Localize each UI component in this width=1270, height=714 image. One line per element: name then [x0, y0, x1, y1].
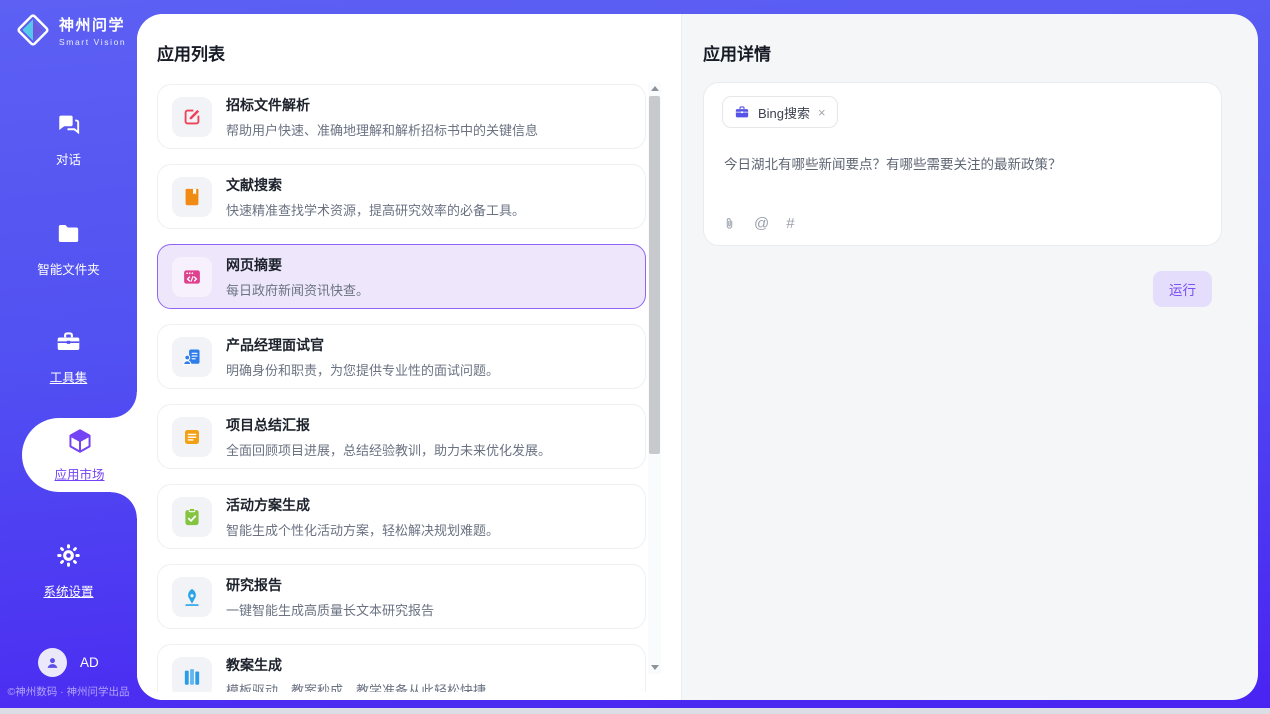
- doc-edit-icon: [172, 97, 212, 137]
- app-card[interactable]: 项目总结汇报全面回顾项目进展，总结经验教训，助力未来优化发展。: [157, 404, 646, 469]
- app-card-title: 教案生成: [226, 655, 486, 675]
- app-card-title: 招标文件解析: [226, 95, 538, 115]
- app-card-description: 一键智能生成高质量长文本研究报告: [226, 600, 434, 619]
- sidebar-item-label: 系统设置: [43, 581, 93, 600]
- brand-subtitle: Smart Vision: [59, 37, 126, 47]
- user-name: AD: [80, 655, 99, 670]
- app-card-description: 快速精准查找学术资源，提高研究效率的必备工具。: [226, 200, 525, 219]
- mention-icon[interactable]: @: [754, 215, 769, 232]
- sidebar-item-chat[interactable]: 对话: [0, 110, 137, 168]
- scrollbar-thumb[interactable]: [649, 96, 660, 454]
- prompt-toolbar: @ #: [722, 215, 795, 232]
- prompt-input[interactable]: 今日湖北有哪些新闻要点？有哪些需要关注的最新政策？: [724, 153, 1205, 173]
- pen-icon: [172, 577, 212, 617]
- tool-chip-bing-search[interactable]: Bing搜索 ×: [722, 96, 838, 128]
- prompt-card: Bing搜索 × 今日湖北有哪些新闻要点？有哪些需要关注的最新政策？ @ #: [703, 82, 1222, 246]
- topic-icon[interactable]: #: [786, 215, 794, 232]
- sidebar-item-toolset[interactable]: 工具集: [0, 328, 137, 386]
- chip-close-icon[interactable]: ×: [818, 106, 826, 119]
- app-card-description: 明确身份和职责，为您提供专业性的面试问题。: [226, 360, 499, 379]
- briefcase-icon: [734, 104, 750, 120]
- sidebar-item-settings[interactable]: 系统设置: [0, 542, 137, 600]
- app-card-title: 产品经理面试官: [226, 335, 499, 355]
- user-avatar-icon: [38, 648, 67, 677]
- app-card[interactable]: 研究报告一键智能生成高质量长文本研究报告: [157, 564, 646, 629]
- books-icon: [172, 657, 212, 693]
- scroll-down-arrow[interactable]: [648, 661, 661, 674]
- app-card-title: 文献搜索: [226, 175, 525, 195]
- sidebar-item-label: 工具集: [50, 367, 88, 386]
- app-card-description: 每日政府新闻资讯快查。: [226, 280, 369, 299]
- app-card[interactable]: 网页摘要每日政府新闻资讯快查。: [157, 244, 646, 309]
- user-account[interactable]: AD: [38, 648, 99, 677]
- app-detail-title: 应用详情: [703, 40, 771, 65]
- brand-logo: 神州问学 Smart Vision: [14, 11, 126, 49]
- chat-icon: [55, 110, 82, 142]
- gear-icon: [55, 542, 82, 574]
- scroll-up-arrow[interactable]: [648, 82, 661, 95]
- sidebar-item-label: 智能文件夹: [37, 259, 100, 278]
- main-content: 应用列表 招标文件解析帮助用户快速、准确地理解和解析招标书中的关键信息文献搜索快…: [137, 14, 1258, 700]
- app-detail-panel: 应用详情 Bing搜索 × 今日湖北有哪些新闻要点？有哪些需要关注的最新政策？: [681, 14, 1258, 700]
- app-list-title: 应用列表: [157, 40, 225, 65]
- clipboard-check-icon: [172, 497, 212, 537]
- sidebar-item-label: 对话: [56, 149, 81, 168]
- app-card-title: 网页摘要: [226, 255, 369, 275]
- app-card[interactable]: 招标文件解析帮助用户快速、准确地理解和解析招标书中的关键信息: [157, 84, 646, 149]
- app-card-description: 智能生成个性化活动方案，轻松解决规划难题。: [226, 520, 499, 539]
- person-doc-icon: [172, 337, 212, 377]
- app-card-title: 项目总结汇报: [226, 415, 551, 435]
- sidebar-item-app-market[interactable]: 应用市场: [22, 418, 137, 492]
- app-card[interactable]: 教案生成模板驱动，教案秒成，教学准备从此轻松快捷: [157, 644, 646, 692]
- diamond-logo-icon: [14, 11, 52, 49]
- app-list: 招标文件解析帮助用户快速、准确地理解和解析招标书中的关键信息文献搜索快速精准查找…: [157, 84, 646, 692]
- app-window: 神州问学 Smart Vision 对话智能文件夹工具集应用市场系统设置 AD …: [0, 0, 1270, 708]
- sidebar: 神州问学 Smart Vision 对话智能文件夹工具集应用市场系统设置 AD …: [0, 0, 137, 708]
- app-card-title: 研究报告: [226, 575, 434, 595]
- sidebar-item-smart-folder[interactable]: 智能文件夹: [0, 220, 137, 278]
- list-scrollbar[interactable]: [648, 82, 661, 674]
- app-card-description: 全面回顾项目进展，总结经验教训，助力未来优化发展。: [226, 440, 551, 459]
- copyright-text: ©神州数码 · 神州问学出品: [0, 684, 137, 699]
- book-icon: [172, 177, 212, 217]
- toolbox-icon: [55, 328, 82, 360]
- tool-chip-label: Bing搜索: [758, 103, 810, 122]
- app-list-panel: 应用列表 招标文件解析帮助用户快速、准确地理解和解析招标书中的关键信息文献搜索快…: [137, 14, 681, 700]
- app-card[interactable]: 产品经理面试官明确身份和职责，为您提供专业性的面试问题。: [157, 324, 646, 389]
- app-card-description: 帮助用户快速、准确地理解和解析招标书中的关键信息: [226, 120, 538, 139]
- brand-name: 神州问学: [59, 14, 126, 35]
- run-button[interactable]: 运行: [1153, 271, 1212, 307]
- note-icon: [172, 417, 212, 457]
- paperclip-icon[interactable]: [722, 215, 737, 232]
- folder-icon: [55, 220, 82, 252]
- app-card-title: 活动方案生成: [226, 495, 499, 515]
- sidebar-item-label: 应用市场: [54, 464, 104, 483]
- app-card[interactable]: 文献搜索快速精准查找学术资源，提高研究效率的必备工具。: [157, 164, 646, 229]
- cube-icon: [66, 427, 94, 460]
- web-code-icon: [172, 257, 212, 297]
- app-card-description: 模板驱动，教案秒成，教学准备从此轻松快捷: [226, 680, 486, 693]
- app-card[interactable]: 活动方案生成智能生成个性化活动方案，轻松解决规划难题。: [157, 484, 646, 549]
